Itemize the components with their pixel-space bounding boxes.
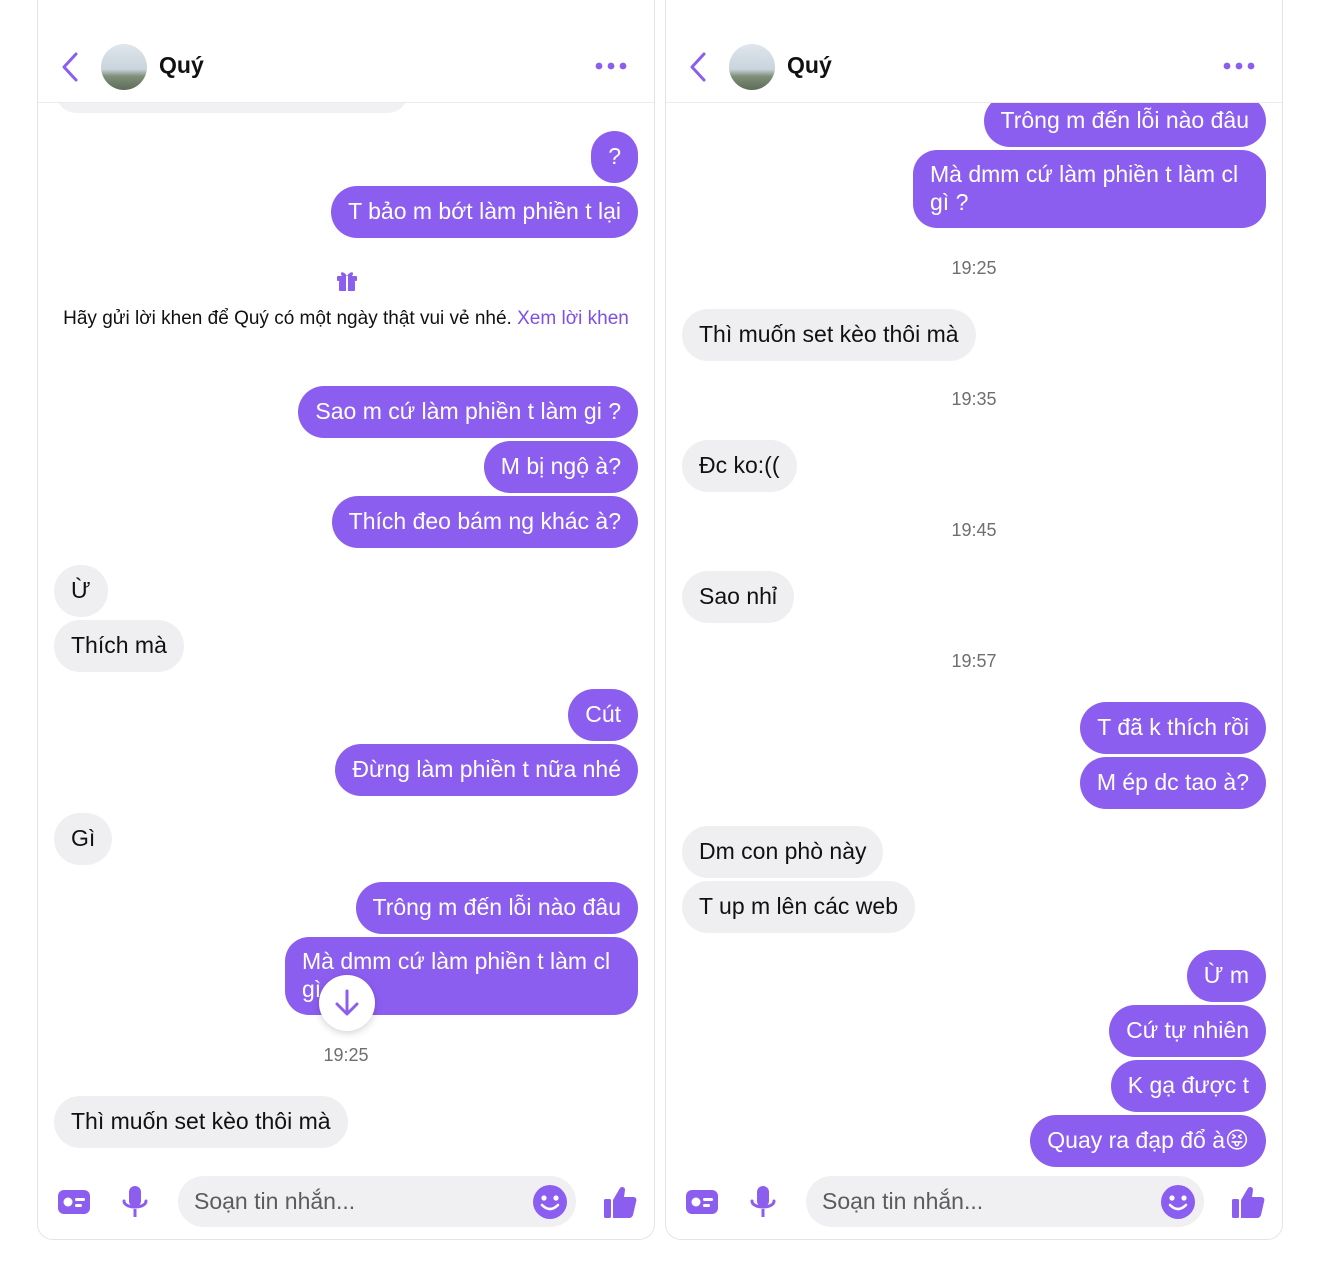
message-bubble-outgoing[interactable]: Ừ m <box>1186 950 1266 1002</box>
emoji-squinting-tongue-icon: 😝 <box>1225 1127 1249 1153</box>
message-bubble-incoming[interactable]: Sao nhỉ <box>682 571 795 623</box>
message-bubble-outgoing[interactable]: K gạ được t <box>1110 1060 1266 1112</box>
timestamp: 19:45 <box>951 520 997 540</box>
mic-button[interactable] <box>743 1180 783 1224</box>
timestamp: 19:57 <box>951 651 997 671</box>
avatar[interactable] <box>729 44 775 90</box>
message-bubble-outgoing[interactable]: Quay ra đạp đổ à😝 <box>1030 1115 1266 1167</box>
back-chevron-icon[interactable] <box>686 50 712 84</box>
thumbs-up-icon <box>1232 1186 1265 1218</box>
message-bubble-incoming[interactable]: Thì muốn set kèo thôi mà <box>54 1096 348 1148</box>
message-bubble-incoming[interactable]: Thích mà <box>54 620 184 672</box>
view-compliments-link[interactable]: Xem lời khen <box>517 308 629 329</box>
message-bubble-outgoing[interactable]: Cứ tự nhiên <box>1109 1005 1266 1057</box>
message-bubble-outgoing[interactable]: Trông m đến lỗi nào đâu <box>355 882 638 934</box>
composer-bar <box>38 1176 654 1239</box>
message-bubble-outgoing[interactable]: T đã k thích rồi <box>1080 702 1266 754</box>
message-text: Quay ra đạp đổ à <box>1047 1127 1226 1153</box>
message-bubble-outgoing[interactable]: Sao m cứ làm phiền t làm gi ? <box>298 386 638 438</box>
emoji-icon[interactable] <box>532 1184 568 1220</box>
message-list[interactable]: Trông m đến lỗi nào đâu Mà dmm cứ làm ph… <box>666 103 1282 1176</box>
message-bubble-outgoing[interactable]: T bảo m bớt làm phiền t lại <box>331 186 638 238</box>
gift-icon <box>337 272 357 291</box>
timestamp: 19:25 <box>323 1045 369 1065</box>
like-button[interactable] <box>1228 1180 1268 1224</box>
chat-header: Quý <box>666 0 1282 103</box>
message-bubble-incoming[interactable]: Ừ <box>54 565 108 617</box>
more-dots-icon[interactable] <box>1222 58 1256 74</box>
message-bubble-outgoing[interactable]: Đừng làm phiền t nữa nhé <box>335 744 638 796</box>
compliment-notice: Hãy gửi lời khen để Quý có một ngày thật… <box>62 307 630 330</box>
message-bubble-outgoing[interactable]: Thích đeo bám ng khác à? <box>331 496 638 548</box>
scroll-down-button[interactable] <box>319 975 375 1031</box>
message-bubble-incoming[interactable]: T up m lên các web <box>682 881 916 933</box>
notice-text: Hãy gửi lời khen để Quý có một ngày thật… <box>63 308 512 329</box>
mic-button[interactable] <box>115 1180 155 1224</box>
message-bubble-outgoing[interactable]: Trông m đến lỗi nào đâu <box>983 103 1266 147</box>
message-bubble-outgoing[interactable]: M ép dc tao à? <box>1079 757 1266 809</box>
chat-panel-left: Quý ? T bảo m bớt làm phiền t lại Hãy gử… <box>37 0 655 1240</box>
message-input[interactable] <box>806 1176 1204 1227</box>
chat-header: Quý <box>38 0 654 103</box>
mic-icon <box>122 1186 148 1217</box>
contact-name[interactable]: Quý <box>787 52 832 79</box>
thumbs-up-icon <box>604 1186 637 1218</box>
chat-panel-right: Quý Trông m đến lỗi nào đâu Mà dmm cứ là… <box>665 0 1283 1240</box>
message-bubble-incoming[interactable]: Đc ko:(( <box>682 440 797 492</box>
emoji-icon[interactable] <box>1160 1184 1196 1220</box>
card-button[interactable] <box>682 1180 722 1224</box>
scroll-down-arrow-icon <box>335 989 359 1016</box>
timestamp: 19:35 <box>951 389 997 409</box>
message-bubble-incoming[interactable]: Dm con phò này <box>682 826 884 878</box>
timestamp: 19:25 <box>951 258 997 278</box>
back-chevron-icon[interactable] <box>58 50 84 84</box>
message-bubble-outgoing[interactable]: ? <box>591 131 638 183</box>
card-icon <box>58 1190 90 1214</box>
partial-message-bubble <box>56 103 408 113</box>
mic-icon <box>750 1186 776 1217</box>
avatar[interactable] <box>101 44 147 90</box>
message-bubble-outgoing[interactable]: Mà dmm cứ làm phiền t làm cl gì ? <box>913 150 1266 228</box>
composer-bar <box>666 1176 1282 1239</box>
card-icon <box>686 1190 718 1214</box>
message-bubble-outgoing[interactable]: Cút <box>568 689 638 741</box>
more-dots-icon[interactable] <box>594 58 628 74</box>
like-button[interactable] <box>600 1180 640 1224</box>
message-bubble-outgoing[interactable]: M bị ngộ à? <box>483 441 638 493</box>
contact-name[interactable]: Quý <box>159 52 204 79</box>
message-bubble-incoming[interactable]: Thì muốn set kèo thôi mà <box>682 309 976 361</box>
message-input[interactable] <box>178 1176 576 1227</box>
message-bubble-incoming[interactable]: Gì <box>54 813 113 865</box>
card-button[interactable] <box>54 1180 94 1224</box>
